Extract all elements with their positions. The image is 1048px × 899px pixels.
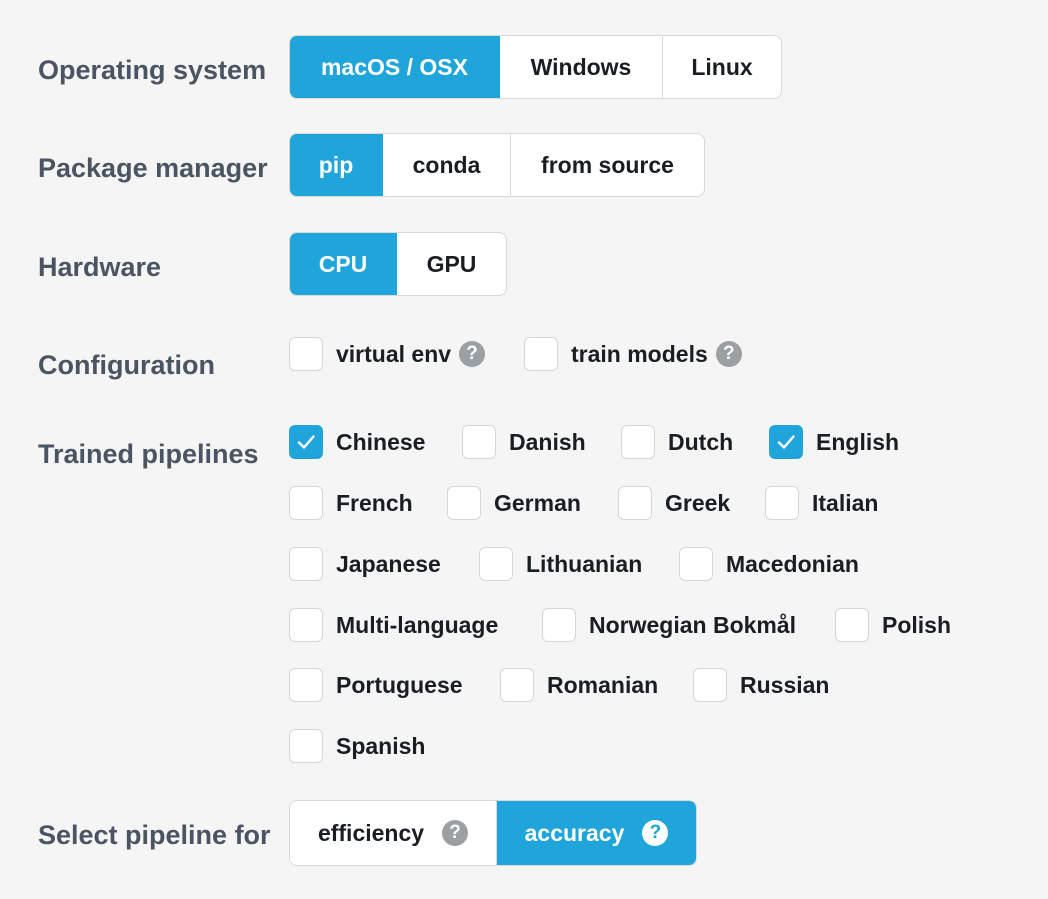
label-select-pipeline-for: Select pipeline for bbox=[38, 820, 271, 850]
language-option-chinese[interactable]: Chinese bbox=[289, 425, 425, 459]
language-option-english[interactable]: English bbox=[769, 425, 899, 459]
checkbox[interactable] bbox=[500, 668, 534, 702]
os-selector: macOS / OSX Windows Linux bbox=[289, 35, 782, 99]
os-option-macos[interactable]: macOS / OSX bbox=[290, 36, 500, 98]
checkbox[interactable] bbox=[693, 668, 727, 702]
checkbox[interactable] bbox=[289, 547, 323, 581]
language-label: Polish bbox=[882, 611, 952, 638]
language-label: Portuguese bbox=[336, 671, 463, 698]
language-label: Italian bbox=[812, 489, 879, 516]
checkbox[interactable] bbox=[679, 547, 713, 581]
checkbox[interactable] bbox=[835, 608, 869, 642]
config-train-models[interactable]: train models ? bbox=[524, 337, 742, 371]
language-option-norwegian-bokm-l[interactable]: Norwegian Bokmål bbox=[542, 608, 796, 642]
checkbox[interactable] bbox=[289, 668, 323, 702]
language-label: Multi-language bbox=[336, 611, 499, 638]
checkbox-checked[interactable] bbox=[769, 425, 803, 459]
language-label: Danish bbox=[509, 428, 586, 455]
option-label: efficiency bbox=[317, 819, 425, 846]
checkbox[interactable] bbox=[289, 486, 323, 520]
pipeline-option-accuracy[interactable]: accuracy ? bbox=[497, 801, 696, 865]
option-label: accuracy bbox=[524, 819, 625, 846]
language-label: French bbox=[336, 489, 413, 516]
language-option-danish[interactable]: Danish bbox=[462, 425, 586, 459]
language-label: Greek bbox=[665, 489, 731, 516]
pipeline-selector: efficiency ? accuracy ? bbox=[289, 800, 697, 866]
language-label: English bbox=[816, 428, 900, 455]
language-label: Russian bbox=[740, 671, 830, 698]
checkmark-icon bbox=[297, 435, 315, 449]
language-label: Spanish bbox=[336, 732, 426, 759]
language-label: German bbox=[494, 489, 581, 516]
language-option-dutch[interactable]: Dutch bbox=[621, 425, 733, 459]
checkbox[interactable] bbox=[765, 486, 799, 520]
language-label: Macedonian bbox=[726, 550, 859, 577]
language-option-portuguese[interactable]: Portuguese bbox=[289, 668, 463, 702]
language-option-spanish[interactable]: Spanish bbox=[289, 729, 425, 763]
language-option-french[interactable]: French bbox=[289, 486, 413, 520]
os-option-windows[interactable]: Windows bbox=[500, 36, 663, 98]
checkbox[interactable] bbox=[289, 608, 323, 642]
help-icon[interactable]: ? bbox=[442, 820, 469, 846]
label-trained-pipelines: Trained pipelines bbox=[38, 439, 259, 469]
checkbox[interactable] bbox=[462, 425, 496, 459]
config-label: virtual env bbox=[336, 340, 452, 367]
language-option-multi-language[interactable]: Multi-language bbox=[289, 608, 498, 642]
language-label: Norwegian Bokmål bbox=[589, 611, 797, 638]
checkbox-checked[interactable] bbox=[289, 425, 323, 459]
config-label: train models bbox=[571, 340, 708, 367]
checkbox[interactable] bbox=[621, 425, 655, 459]
language-label: Japanese bbox=[336, 550, 441, 577]
package-option-conda[interactable]: conda bbox=[383, 134, 511, 196]
language-option-polish[interactable]: Polish bbox=[835, 608, 951, 642]
language-option-lithuanian[interactable]: Lithuanian bbox=[479, 547, 642, 581]
hardware-option-cpu[interactable]: CPU bbox=[290, 233, 397, 295]
package-selector: pip conda from source bbox=[289, 133, 705, 197]
label-package-manager: Package manager bbox=[38, 153, 268, 183]
checkbox[interactable] bbox=[542, 608, 576, 642]
hardware-selector: CPU GPU bbox=[289, 232, 507, 296]
language-option-macedonian[interactable]: Macedonian bbox=[679, 547, 859, 581]
pipeline-option-efficiency[interactable]: efficiency ? bbox=[290, 801, 497, 865]
language-label: Romanian bbox=[547, 671, 659, 698]
checkbox[interactable] bbox=[524, 337, 558, 371]
checkbox[interactable] bbox=[447, 486, 481, 520]
language-option-german[interactable]: German bbox=[447, 486, 581, 520]
package-option-from-source[interactable]: from source bbox=[511, 134, 704, 196]
language-option-greek[interactable]: Greek bbox=[618, 486, 730, 520]
label-configuration: Configuration bbox=[38, 350, 215, 380]
language-option-romanian[interactable]: Romanian bbox=[500, 668, 658, 702]
language-option-russian[interactable]: Russian bbox=[693, 668, 829, 702]
help-icon[interactable]: ? bbox=[459, 341, 486, 367]
language-label: Lithuanian bbox=[526, 550, 643, 577]
label-hardware: Hardware bbox=[38, 252, 162, 282]
hardware-option-gpu[interactable]: GPU bbox=[397, 233, 506, 295]
help-icon[interactable]: ? bbox=[715, 341, 742, 367]
label-operating-system: Operating system bbox=[38, 55, 267, 85]
language-option-japanese[interactable]: Japanese bbox=[289, 547, 441, 581]
checkmark-icon bbox=[777, 435, 795, 449]
checkbox[interactable] bbox=[289, 729, 323, 763]
os-option-linux[interactable]: Linux bbox=[663, 36, 781, 98]
checkbox[interactable] bbox=[479, 547, 513, 581]
checkbox[interactable] bbox=[289, 337, 323, 371]
help-icon[interactable]: ? bbox=[642, 820, 669, 846]
checkbox[interactable] bbox=[618, 486, 652, 520]
package-option-pip[interactable]: pip bbox=[290, 134, 383, 196]
language-option-italian[interactable]: Italian bbox=[765, 486, 878, 520]
language-label: Chinese bbox=[336, 428, 426, 455]
config-virtual-env[interactable]: virtual env ? bbox=[289, 337, 486, 371]
language-label: Dutch bbox=[668, 428, 734, 455]
